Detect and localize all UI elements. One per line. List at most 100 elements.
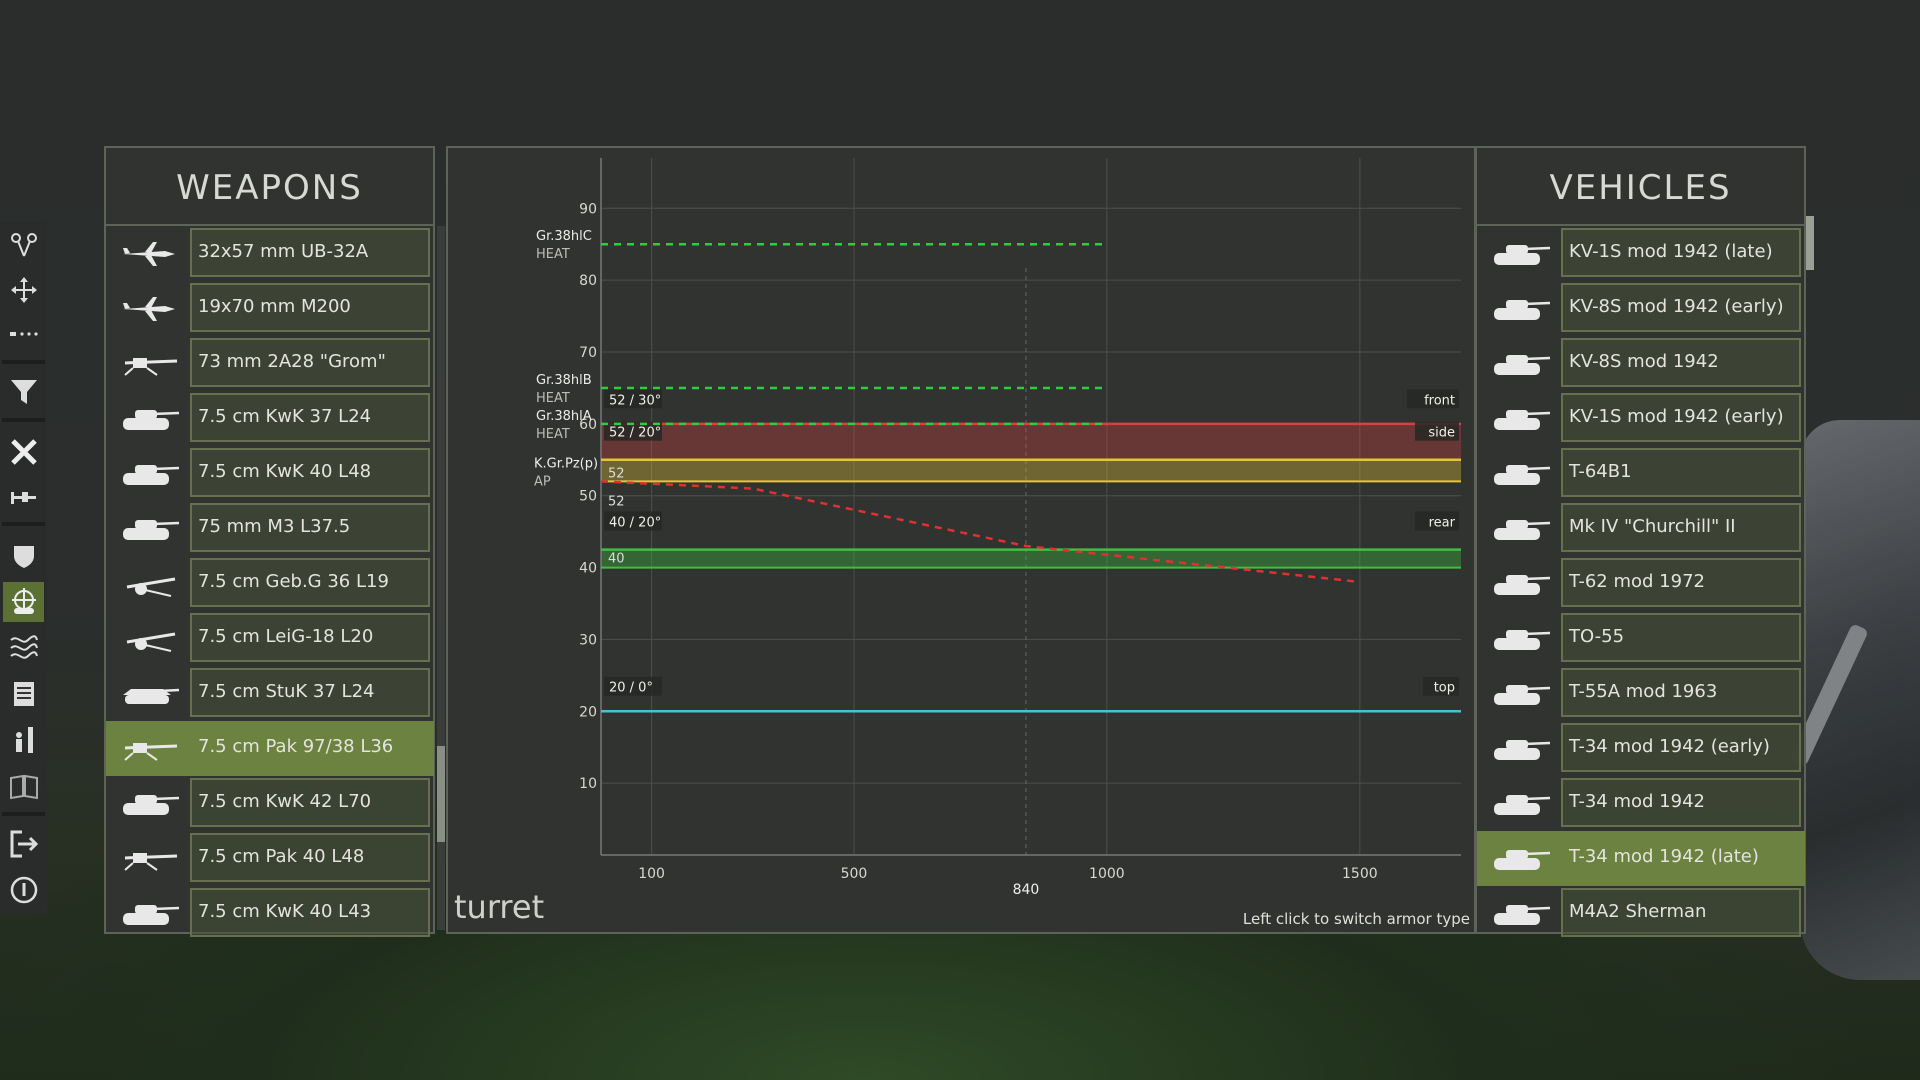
vehicles-scrollbar[interactable] <box>1806 216 1814 276</box>
terrain-icon[interactable] <box>3 628 44 668</box>
vehicle-list-item[interactable]: T-55A mod 1963 <box>1477 666 1805 721</box>
vehicle-list-item[interactable]: TO-55 <box>1477 611 1805 666</box>
tank-icon <box>110 776 190 831</box>
vehicle-item-label: KV-8S mod 1942 (early) <box>1569 296 1784 317</box>
weapon-list-item[interactable]: 7.5 cm LeiG-18 L20 <box>106 611 434 666</box>
weapon-list-item[interactable]: 7.5 cm KwK 42 L70 <box>106 776 434 831</box>
weapon-list-item[interactable]: 7.5 cm KwK 40 L48 <box>106 446 434 501</box>
vehicle-item-label: M4A2 Sherman <box>1569 901 1707 922</box>
dotted-line-icon[interactable] <box>3 314 44 354</box>
measure-icon[interactable] <box>3 226 44 266</box>
tank-icon <box>1481 831 1561 886</box>
weapon-list-item[interactable]: 19x70 mm M200 <box>106 281 434 336</box>
infantry-icon[interactable] <box>3 720 44 760</box>
armor-penetration-chart[interactable]: 102030405060708090100 500 1000 150084052 / … <box>448 148 1474 932</box>
tank-icon <box>1481 556 1561 611</box>
tank-icon <box>1481 226 1561 281</box>
armor-low-value-label: 52 <box>608 494 625 509</box>
vehicle-list-item[interactable]: T-64B1 <box>1477 446 1805 501</box>
tank-icon <box>1481 886 1561 941</box>
armor-side-label-side: side <box>1428 426 1455 441</box>
tank-icon <box>1481 666 1561 721</box>
move-icon[interactable] <box>3 270 44 310</box>
weapon-item-label: 19x70 mm M200 <box>198 296 351 317</box>
weapon-item-label: 7.5 cm Geb.G 36 L19 <box>198 571 389 592</box>
armor-penetration-chart-panel: 10 20 30 40 50 60 70 80 90 100 500 1000 1500 840 52 / … <box>446 146 1476 934</box>
y-tick-label: 90 <box>579 201 597 217</box>
armor-band-value-label: 52 <box>608 466 625 481</box>
weapon-list-item[interactable]: 75 mm M3 L37.5 <box>106 501 434 556</box>
aircraft-icon <box>110 226 190 281</box>
info-icon[interactable] <box>3 870 44 910</box>
vehicle-list-item[interactable]: T-34 mod 1942 <box>1477 776 1805 831</box>
armor-value-label-front: 52 / 30° <box>609 393 661 408</box>
weapon-item-label: 32x57 mm UB-32A <box>198 241 369 262</box>
weapon-list-item[interactable]: 7.5 cm Pak 97/38 L36 <box>106 721 434 776</box>
armor-side-label-rear: rear <box>1429 515 1456 530</box>
vehicles-scrollbar-thumb[interactable] <box>1806 216 1814 270</box>
vehicle-list-item[interactable]: M4A2 Sherman <box>1477 886 1805 941</box>
ammo-type-label: HEAT <box>536 247 570 262</box>
vehicle-item-label: T-34 mod 1942 (late) <box>1569 846 1759 867</box>
x-tick-label: 100 <box>638 866 665 882</box>
vehicle-list-item[interactable]: Mk IV "Churchill" II <box>1477 501 1805 556</box>
y-tick-label: 80 <box>579 273 597 289</box>
weapon-info-icon[interactable] <box>3 478 44 518</box>
target-tank-icon[interactable] <box>3 582 44 622</box>
x-marker-label: 840 <box>1013 882 1040 898</box>
ammo-type-label: HEAT <box>536 427 570 442</box>
armor-low-value-label: 40 <box>608 552 625 567</box>
vehicle-list-item[interactable]: KV-8S mod 1942 <box>1477 336 1805 391</box>
vehicle-item-label: T-34 mod 1942 (early) <box>1569 736 1770 757</box>
weapon-item-label: 7.5 cm KwK 40 L48 <box>198 461 372 482</box>
weapon-list-item[interactable]: 7.5 cm KwK 40 L43 <box>106 886 434 941</box>
weapon-list-item[interactable]: 32x57 mm UB-32A <box>106 226 434 281</box>
weapon-item-label: 7.5 cm Pak 97/38 L36 <box>198 736 394 757</box>
armor-band-rear <box>601 549 1461 568</box>
tank-icon <box>1481 446 1561 501</box>
vehicle-item-label: Mk IV "Churchill" II <box>1569 516 1736 537</box>
vehicle-list-item[interactable]: T-34 mod 1942 (early) <box>1477 721 1805 776</box>
weapon-item-label: 7.5 cm KwK 37 L24 <box>198 406 372 427</box>
weapons-title: WEAPONS <box>176 168 363 208</box>
vehicle-item-label: T-64B1 <box>1569 461 1632 482</box>
armor-band-side <box>601 459 1461 482</box>
list-icon[interactable] <box>3 674 44 714</box>
weapon-list-item[interactable]: 7.5 cm Pak 40 L48 <box>106 831 434 886</box>
y-tick-label: 10 <box>579 776 597 792</box>
field-gun-icon <box>110 556 190 611</box>
y-tick-label: 70 <box>579 345 597 361</box>
armor-value-label-rear: 40 / 20° <box>609 515 661 530</box>
filter-icon[interactable] <box>3 372 44 412</box>
left-toolbar <box>0 222 47 915</box>
weapon-item-label: 75 mm M3 L37.5 <box>198 516 351 537</box>
weapon-item-label: 7.5 cm StuK 37 L24 <box>198 681 375 702</box>
exit-icon[interactable] <box>3 824 44 864</box>
shield-icon[interactable] <box>3 536 44 576</box>
weapon-item-label: 7.5 cm KwK 42 L70 <box>198 791 372 812</box>
x-tick-label: 1500 <box>1342 866 1378 882</box>
tank-icon <box>1481 391 1561 446</box>
background-tank <box>1789 420 1920 980</box>
x-tick-label: 1000 <box>1089 866 1125 882</box>
weapon-list-item[interactable]: 7.5 cm Geb.G 36 L19 <box>106 556 434 611</box>
weapon-list-item[interactable]: 7.5 cm KwK 37 L24 <box>106 391 434 446</box>
vehicle-item-label: TO-55 <box>1569 626 1625 647</box>
vehicle-list-item[interactable]: T-62 mod 1972 <box>1477 556 1805 611</box>
vehicle-list-item[interactable]: KV-1S mod 1942 (early) <box>1477 391 1805 446</box>
vehicle-list-item[interactable]: KV-8S mod 1942 (early) <box>1477 281 1805 336</box>
weapon-item-label: 7.5 cm Pak 40 L48 <box>198 846 365 867</box>
tank-icon <box>1481 281 1561 336</box>
weapons-scrollbar[interactable] <box>437 226 445 930</box>
book-icon[interactable] <box>3 766 44 806</box>
tank-icon <box>110 886 190 941</box>
y-tick-label: 50 <box>579 489 597 505</box>
weapons-scrollbar-thumb[interactable] <box>437 746 445 842</box>
armor-section-label: turret <box>454 888 545 926</box>
weapon-list-item[interactable]: 73 mm 2A28 "Grom" <box>106 336 434 391</box>
weapon-list-item[interactable]: 7.5 cm StuK 37 L24 <box>106 666 434 721</box>
vehicle-list-item[interactable]: KV-1S mod 1942 (late) <box>1477 226 1805 281</box>
tank-icon <box>110 446 190 501</box>
close-x-icon[interactable] <box>3 432 44 472</box>
vehicle-list-item[interactable]: T-34 mod 1942 (late) <box>1477 831 1805 886</box>
